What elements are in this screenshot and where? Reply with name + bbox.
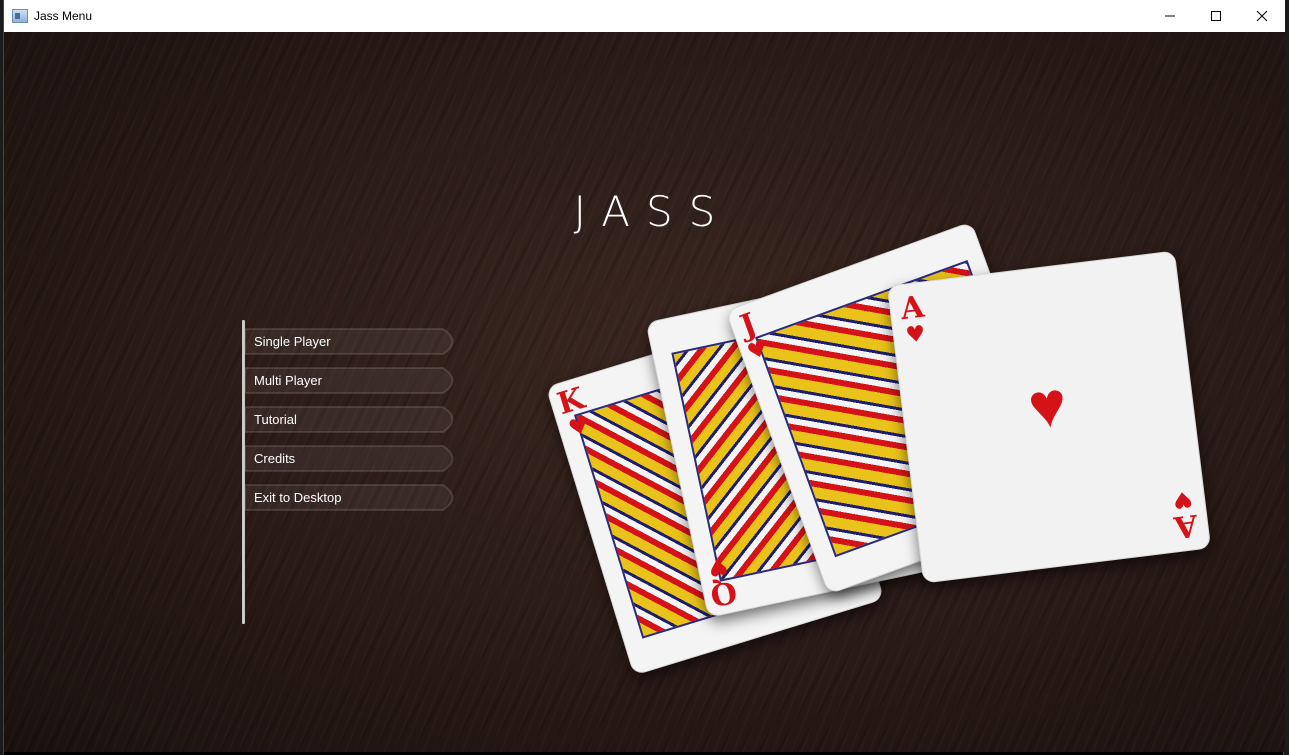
maximize-button[interactable] [1193, 0, 1239, 32]
menu-item-label: Multi Player [254, 373, 322, 388]
ace-rank-index-bottom: A ♥ [1171, 485, 1200, 545]
window-title: Jass Menu [34, 9, 93, 23]
menu-item-exit-to-desktop[interactable]: Exit to Desktop [245, 484, 463, 511]
game-window: Jass Menu JASS Single Player Multi Playe… [3, 0, 1285, 755]
game-canvas: JASS Single Player Multi Player Tutorial… [4, 32, 1285, 752]
minimize-button[interactable] [1147, 0, 1193, 32]
menu-item-credits[interactable]: Credits [245, 445, 463, 472]
app-icon [12, 9, 28, 23]
minimize-icon [1165, 15, 1175, 17]
ace-of-hearts-card: A ♥ ♥ A ♥ [886, 250, 1212, 584]
menu-item-label: Single Player [254, 334, 331, 349]
main-menu: Single Player Multi Player Tutorial Cred… [245, 328, 463, 523]
playing-cards-illustration: K ♥ Q ♥ J ♥ A ♥ ♥ A ♥ [544, 212, 1224, 676]
maximize-icon [1211, 11, 1221, 21]
menu-item-multi-player[interactable]: Multi Player [245, 367, 463, 394]
menu-item-tutorial[interactable]: Tutorial [245, 406, 463, 433]
window-controls [1147, 0, 1285, 32]
menu-item-label: Exit to Desktop [254, 490, 342, 505]
close-icon [1256, 10, 1268, 22]
menu-item-label: Credits [254, 451, 296, 466]
menu-item-label: Tutorial [254, 412, 297, 427]
menu-item-single-player[interactable]: Single Player [245, 328, 463, 355]
close-button[interactable] [1239, 0, 1285, 32]
ace-rank-index-top: A ♥ [898, 289, 927, 349]
ace-center-heart-icon: ♥ [1024, 367, 1071, 444]
title-bar[interactable]: Jass Menu [4, 0, 1285, 32]
